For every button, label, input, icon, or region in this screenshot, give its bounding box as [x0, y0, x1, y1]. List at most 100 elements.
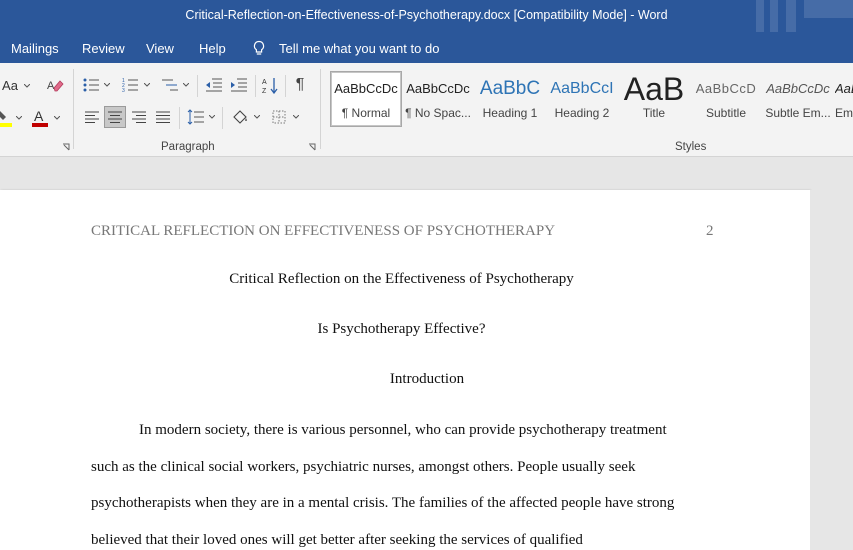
change-case-button[interactable]: Aa — [0, 75, 20, 95]
sort-az-icon: A Z — [262, 78, 278, 94]
line-spacing-button[interactable] — [185, 106, 207, 128]
styles-group-label: Styles — [675, 141, 707, 153]
divider — [285, 75, 286, 97]
show-hide-formatting-button[interactable]: ¶ — [289, 74, 311, 96]
clear-formatting-button[interactable]: A — [44, 74, 66, 96]
document-workspace: CRITICAL REFLECTION ON EFFECTIVENESS OF … — [0, 157, 853, 550]
font-color-button[interactable]: A — [30, 107, 50, 129]
tab-view[interactable]: View — [146, 41, 174, 56]
align-center-button[interactable] — [104, 106, 126, 128]
document-page[interactable]: CRITICAL REFLECTION ON EFFECTIVENESS OF … — [0, 190, 810, 550]
body-line: such as the clinical social workers, psy… — [91, 459, 636, 475]
chevron-down-icon[interactable] — [16, 116, 22, 120]
style-normal[interactable]: AaBbCcDc ¶ Normal — [330, 71, 402, 127]
chevron-down-icon[interactable] — [144, 83, 150, 87]
change-case-label: Aa — [2, 77, 18, 93]
style-subtitle[interactable]: AaBbCcD Subtitle — [691, 72, 761, 126]
ribbon-tabs: Mailings Review View Help Tell me what y… — [0, 32, 853, 63]
body-line: In modern society, there is various pers… — [139, 422, 667, 438]
chevron-down-icon[interactable] — [24, 84, 30, 88]
paragraph-group-label: Paragraph — [161, 141, 215, 153]
borders-button[interactable] — [269, 106, 289, 128]
style-name: Em — [835, 106, 853, 120]
font-dialog-launcher-icon[interactable] — [62, 143, 70, 151]
font-color-icon: A — [32, 108, 48, 127]
chevron-down-icon[interactable] — [54, 116, 60, 120]
multilevel-list-icon — [162, 79, 178, 91]
justify-button[interactable] — [152, 106, 174, 128]
shading-button[interactable] — [229, 106, 251, 128]
paper-subtitle: Is Psychotherapy Effective? — [0, 321, 810, 338]
style-name: ¶ No Spac... — [405, 106, 471, 120]
style-preview: AaBbCcI — [550, 80, 614, 97]
align-right-button[interactable] — [128, 106, 150, 128]
chevron-down-icon[interactable] — [293, 115, 299, 119]
style-preview: AaBbCcDc — [406, 81, 470, 96]
eraser-icon: A — [47, 80, 64, 92]
highlight-color-swatch — [0, 123, 12, 127]
tell-me-search[interactable]: Tell me what you want to do — [279, 41, 439, 56]
style-heading-1[interactable]: AaBbC Heading 1 — [475, 72, 545, 126]
align-left-button[interactable] — [81, 106, 103, 128]
chevron-down-icon[interactable] — [254, 115, 260, 119]
svg-text:A: A — [34, 108, 44, 124]
workspace-margin — [810, 190, 853, 550]
tab-mailings[interactable]: Mailings — [11, 41, 59, 56]
body-line: believed that their loved ones will get … — [91, 532, 583, 548]
style-heading-2[interactable]: AaBbCcI Heading 2 — [547, 72, 617, 126]
style-preview: AaB — [835, 81, 853, 96]
justify-icon — [156, 111, 170, 123]
style-preview: AaBbCcD — [695, 81, 757, 96]
tab-help[interactable]: Help — [199, 41, 226, 56]
borders-icon — [272, 110, 286, 124]
sort-button[interactable]: A Z — [260, 74, 282, 96]
lightbulb-icon[interactable] — [252, 40, 266, 56]
section-heading-text: Introduction — [389, 371, 465, 387]
style-no-spacing[interactable]: AaBbCcDc ¶ No Spac... — [403, 72, 473, 126]
svg-text:A: A — [262, 79, 267, 86]
chevron-down-icon[interactable] — [183, 83, 189, 87]
running-head: CRITICAL REFLECTION ON EFFECTIVENESS OF … — [91, 223, 556, 239]
line-spacing-icon — [187, 109, 204, 125]
group-separator — [73, 69, 74, 149]
style-name: Subtle Em... — [765, 106, 831, 120]
align-right-icon — [132, 111, 146, 123]
divider — [222, 107, 223, 129]
decrease-indent-icon — [206, 78, 222, 92]
chevron-down-icon[interactable] — [209, 115, 215, 119]
highlighter-icon — [0, 111, 12, 127]
style-name: ¶ Normal — [341, 106, 391, 120]
multilevel-list-button[interactable] — [160, 74, 180, 96]
increase-indent-button[interactable] — [228, 74, 250, 96]
page-number: 2 — [706, 223, 714, 239]
style-name: Subtitle — [705, 106, 747, 120]
numbered-list-icon: 1 2 3 — [122, 78, 138, 93]
style-preview: AaB — [623, 72, 685, 106]
paper-title: Critical Reflection on the Effectiveness… — [0, 271, 810, 288]
paper-title-text: Critical Reflection on the Effectiveness… — [229, 271, 574, 287]
style-name: Heading 1 — [482, 106, 538, 120]
body-line: psychotherapists when they are in a ment… — [91, 495, 675, 511]
divider — [197, 75, 198, 97]
tab-review[interactable]: Review — [82, 41, 125, 56]
pilcrow-icon: ¶ — [295, 76, 305, 93]
text-highlight-button[interactable] — [0, 107, 12, 129]
decrease-indent-button[interactable] — [203, 74, 225, 96]
chevron-down-icon[interactable] — [104, 83, 110, 87]
align-left-icon — [85, 111, 99, 123]
divider — [179, 107, 180, 129]
style-emphasis[interactable]: AaB Em — [835, 72, 853, 126]
paragraph-dialog-launcher-icon[interactable] — [308, 143, 316, 151]
style-subtle-emphasis[interactable]: AaBbCcDc Subtle Em... — [763, 72, 833, 126]
align-center-icon — [108, 111, 122, 123]
section-heading: Introduction — [0, 371, 810, 388]
bullet-list-icon — [83, 78, 99, 92]
group-separator — [320, 69, 321, 149]
divider — [255, 75, 256, 97]
style-name: Heading 2 — [554, 106, 610, 120]
numbering-button[interactable]: 1 2 3 — [121, 74, 141, 96]
svg-text:A: A — [47, 80, 55, 92]
style-title[interactable]: AaB Title — [619, 72, 689, 126]
paint-bucket-icon — [233, 110, 247, 124]
bullets-button[interactable] — [82, 74, 102, 96]
